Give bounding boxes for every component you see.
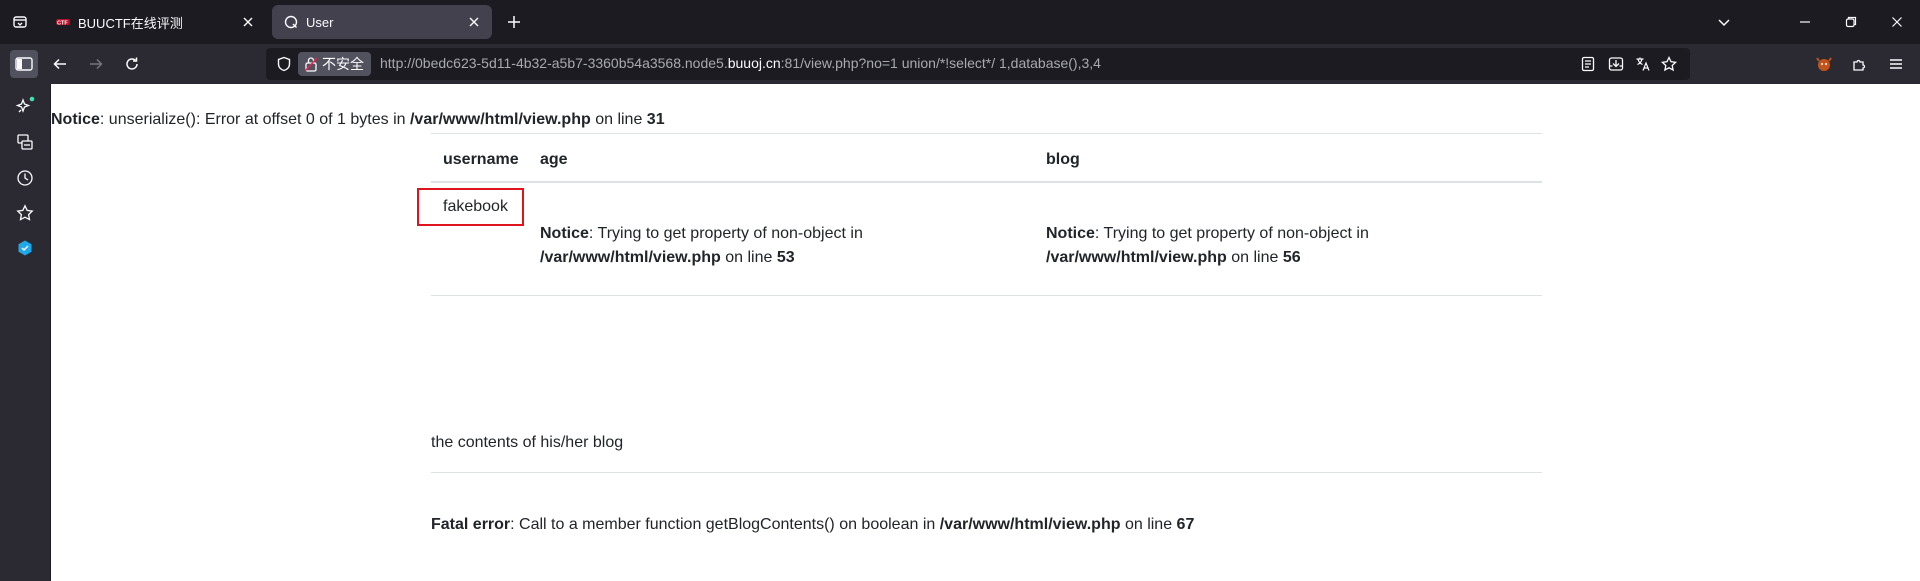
notice-text: : Trying to get property of non-object i… (1094, 225, 1369, 242)
close-tab-icon[interactable] (462, 10, 486, 34)
address-bar[interactable]: 不安全 http://0bedc623-5d11-4b32-a5b7-3360b… (266, 48, 1690, 80)
save-to-pocket-icon[interactable] (1606, 54, 1626, 74)
tab-title: BUUCTF在线评测 (78, 15, 183, 31)
translate-icon[interactable] (1633, 54, 1653, 74)
table-top-border (431, 133, 1542, 134)
tracking-protection-shield-icon[interactable] (274, 54, 294, 74)
notice-label: Notice (51, 111, 100, 128)
minimize-icon[interactable] (1782, 0, 1828, 44)
menu-hamburger-icon[interactable] (1882, 50, 1910, 78)
restore-icon[interactable] (1828, 0, 1874, 44)
url-host: buuoj.cn (727, 55, 781, 71)
fatal-error-path: /var/www/html/view.php (939, 516, 1121, 533)
fatal-error-label: Fatal error (431, 516, 511, 533)
column-header-username: username (443, 151, 519, 168)
column-header-age: age (540, 151, 568, 168)
browser-sidebar (0, 84, 51, 581)
notice-path: /var/www/html/view.php (409, 111, 591, 128)
bookmarks-star-icon[interactable] (14, 202, 36, 224)
notice-line-prefix: on line (590, 111, 647, 128)
url-prefix: http://0bedc623-5d11-4b32-a5b7-3360b54a3… (380, 55, 728, 71)
tab-buuctf[interactable]: CTF BUUCTF在线评测 (44, 5, 266, 39)
extension-cube-icon[interactable] (14, 237, 36, 259)
tab-user[interactable]: User (272, 5, 492, 39)
tab-manager-icon[interactable] (8, 10, 32, 34)
svg-text:CTF: CTF (57, 21, 68, 27)
extension-icon[interactable] (1810, 50, 1838, 78)
url-suffix: :81/view.php?no=1 union/*!select*/ 1,dat… (780, 55, 1101, 71)
notice-path: /var/www/html/view.php (1046, 249, 1227, 266)
extensions-puzzle-icon[interactable] (1846, 50, 1874, 78)
ai-chatbot-icon[interactable] (14, 95, 36, 117)
blog-contents-label: the contents of his/her blog (431, 434, 624, 451)
connection-insecure-badge[interactable]: 不安全 (298, 52, 371, 76)
highlight-box (417, 188, 524, 226)
history-clock-icon[interactable] (14, 167, 36, 189)
fatal-error-line-number: 67 (1176, 516, 1195, 533)
url-text[interactable]: http://0bedc623-5d11-4b32-a5b7-3360b54a3… (380, 55, 1101, 71)
blog-cell-notice: Notice: Trying to get property of non-ob… (1046, 222, 1526, 270)
notice-path: /var/www/html/view.php (540, 249, 721, 266)
fatal-error-line-prefix: on line (1120, 516, 1177, 533)
notice-line-number: 53 (776, 249, 795, 266)
close-window-icon[interactable] (1874, 0, 1920, 44)
fatal-error-text: : Call to a member function getBlogConte… (510, 516, 940, 533)
notice-text: : unserialize(): Error at offset 0 of 1 … (99, 111, 410, 128)
notice-line-number: 56 (1282, 249, 1301, 266)
page-content: Notice: unserialize(): Error at offset 0… (51, 84, 1920, 581)
new-tab-icon[interactable] (502, 10, 526, 34)
age-cell-notice: Notice: Trying to get property of non-ob… (540, 222, 1020, 270)
bookmark-star-icon[interactable] (1659, 54, 1679, 74)
fatal-error-message: Fatal error: Call to a member function g… (431, 516, 1194, 534)
buuctf-favicon-icon: CTF (56, 15, 70, 29)
reload-icon[interactable] (118, 50, 146, 78)
notice-text: : Trying to get property of non-object i… (588, 225, 863, 242)
not-secure-label: 不安全 (322, 56, 364, 72)
notice-label: Notice (540, 225, 589, 242)
globe-favicon-icon (284, 15, 298, 29)
table-header-border (431, 181, 1542, 183)
forward-icon[interactable] (82, 50, 110, 78)
notice-label: Notice (1046, 225, 1095, 242)
unserialize-notice: Notice: unserialize(): Error at offset 0… (51, 111, 665, 129)
sidebar-toggle-icon[interactable] (10, 50, 38, 78)
list-all-tabs-icon[interactable] (1712, 10, 1736, 34)
table-bottom-border (431, 295, 1542, 296)
column-header-blog: blog (1046, 151, 1080, 168)
horizontal-rule (431, 472, 1542, 473)
notice-line-prefix: on line (1226, 249, 1283, 266)
close-tab-icon[interactable] (236, 10, 260, 34)
synced-tabs-icon[interactable] (14, 131, 36, 153)
back-icon[interactable] (46, 50, 74, 78)
notice-line-prefix: on line (720, 249, 777, 266)
tab-title: User (306, 14, 334, 30)
broken-lock-icon (304, 57, 318, 72)
tab-strip: CTF BUUCTF在线评测 User (0, 0, 1920, 44)
navigation-toolbar: 不安全 http://0bedc623-5d11-4b32-a5b7-3360b… (0, 44, 1920, 84)
notice-line-number: 31 (646, 111, 665, 128)
reader-view-icon[interactable] (1578, 54, 1598, 74)
